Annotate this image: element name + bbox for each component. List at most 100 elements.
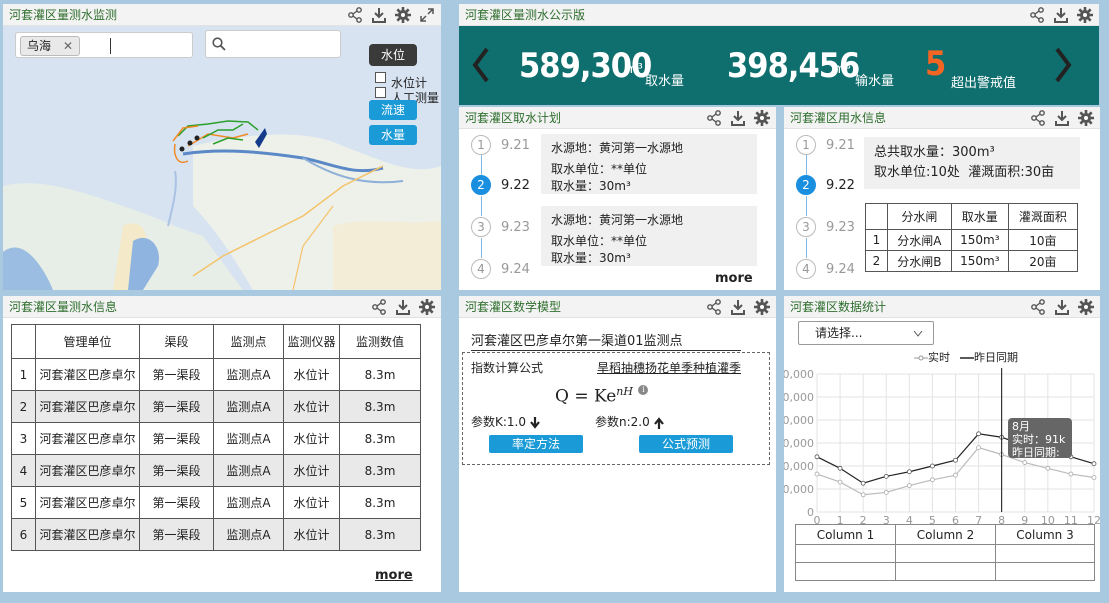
timeline-line	[481, 196, 482, 216]
step-number: 3	[796, 217, 816, 237]
flow-speed-button[interactable]: 流速	[369, 100, 417, 120]
close-icon[interactable]: ✕	[63, 39, 73, 53]
panel-title-bar: 河套灌区量测水监测	[3, 4, 441, 26]
level-meter-checkbox[interactable]	[375, 72, 386, 83]
share-icon[interactable]	[706, 299, 722, 315]
step-date: 9.21	[826, 137, 855, 153]
share-icon[interactable]	[371, 299, 387, 315]
table-header: Column 2	[895, 524, 996, 545]
gear-icon[interactable]	[1078, 299, 1094, 315]
download-icon[interactable]	[1053, 7, 1069, 23]
legend-item[interactable]: 实时	[914, 349, 950, 365]
timeline-step[interactable]: 1 9.21	[796, 135, 855, 155]
table-row[interactable]: 2 河套灌区巴彦卓尔 第一渠段 监测点A 水位计 8.3m	[11, 390, 421, 423]
manual-checkbox[interactable]	[375, 87, 386, 98]
formula-label: 指数计算公式	[471, 361, 544, 375]
card-amount: 取水量：30m³	[551, 251, 631, 265]
timeline-step[interactable]: 1 9.21	[471, 135, 530, 155]
more-link[interactable]: more	[715, 271, 753, 286]
more-link[interactable]: more	[375, 568, 413, 583]
gear-icon[interactable]	[395, 7, 411, 23]
water-amount-button[interactable]: 水量	[369, 125, 417, 145]
timeline-step[interactable]: 4 9.24	[796, 259, 855, 279]
timeline-step[interactable]: 3 9.23	[471, 217, 530, 237]
checkbox-box[interactable]	[375, 87, 386, 98]
expand-icon[interactable]	[419, 7, 435, 23]
water-level-button[interactable]: 水位	[369, 44, 417, 66]
panel-title: 河套灌区取水计划	[465, 111, 562, 125]
step-date: 9.23	[826, 219, 855, 235]
download-icon[interactable]	[730, 110, 746, 126]
table-cell: 2	[865, 250, 888, 272]
intake-label: 取水量	[645, 74, 685, 89]
checkbox-box[interactable]	[375, 72, 386, 83]
gear-icon[interactable]	[754, 299, 770, 315]
timeline-step[interactable]: 2 9.22	[471, 175, 530, 195]
x-tick-label: 1	[837, 514, 844, 524]
table-cell: 150m³	[950, 229, 1009, 251]
x-tick-label: 10	[1041, 514, 1055, 524]
step-number: 2	[471, 175, 491, 195]
search-input[interactable]	[205, 30, 341, 58]
table-header: 监测点	[213, 324, 284, 359]
alert-label: 超出警戒值	[951, 76, 1017, 91]
x-tick-label: 9	[1021, 514, 1028, 524]
timeline-step[interactable]: 4 9.24	[471, 259, 530, 279]
irrigated-area: 灌溉面积:30亩	[968, 165, 1055, 180]
y-tick-label: 80,000	[784, 414, 814, 427]
table-cell: 河套灌区巴彦卓尔	[35, 486, 140, 519]
share-icon[interactable]	[1029, 7, 1045, 23]
download-icon[interactable]	[371, 7, 387, 23]
table-cell: 水位计	[283, 358, 340, 391]
step-number: 2	[796, 175, 816, 195]
y-tick-label: 100,000	[784, 391, 814, 404]
arrow-up-icon[interactable]	[653, 416, 664, 429]
share-icon[interactable]	[1030, 299, 1046, 315]
table-cell: 监测点A	[213, 390, 284, 423]
table-cell: 监测点A	[213, 422, 284, 455]
table-row[interactable]: 6 河套灌区巴彦卓尔 第一渠段 监测点A 水位计 8.3m	[11, 518, 421, 551]
table-header: 监测仪器	[283, 324, 340, 359]
share-icon[interactable]	[1030, 110, 1046, 126]
map-view[interactable]: 乌海 ✕ 水位 水位计 人工测量 流速 水量	[3, 26, 441, 290]
table-cell: 10亩	[1007, 229, 1079, 251]
download-icon[interactable]	[730, 299, 746, 315]
x-tick-label: 5	[929, 514, 936, 524]
arrow-down-icon[interactable]	[529, 416, 540, 429]
table-cell: 水位计	[283, 422, 340, 455]
x-tick-label: 6	[952, 514, 959, 524]
predict-button[interactable]: 公式预测	[639, 435, 733, 453]
table-cell: 水位计	[283, 518, 340, 551]
table-row[interactable]: 5 河套灌区巴彦卓尔 第一渠段 监测点A 水位计 8.3m	[11, 486, 421, 519]
stats-select[interactable]: 请选择...	[798, 321, 934, 345]
table-row[interactable]: 1 河套灌区巴彦卓尔 第一渠段 监测点A 水位计 8.3m	[11, 358, 421, 391]
panel-title: 河套灌区量测水公示版	[465, 8, 586, 22]
gear-icon[interactable]	[754, 110, 770, 126]
card-unit: 取水单位：**单位	[551, 162, 648, 176]
calibrate-button[interactable]: 率定方法	[489, 435, 583, 453]
download-icon[interactable]	[1054, 299, 1070, 315]
chevron-left-icon[interactable]	[469, 45, 493, 85]
share-icon[interactable]	[347, 7, 363, 23]
param-k-label: 参数K:1.0	[471, 415, 526, 429]
table-row[interactable]: 3 河套灌区巴彦卓尔 第一渠段 监测点A 水位计 8.3m	[11, 422, 421, 455]
legend-item[interactable]: 昨日同期	[960, 349, 1018, 365]
table-row: 2 分水闸B 150m³ 20亩	[865, 250, 1079, 272]
card-source: 水源地：黄河第一水源地	[551, 213, 684, 227]
download-icon[interactable]	[395, 299, 411, 315]
info-icon[interactable]: i	[638, 385, 649, 395]
timeline-step[interactable]: 3 9.23	[796, 217, 855, 237]
gear-icon[interactable]	[419, 299, 435, 315]
download-icon[interactable]	[1054, 110, 1070, 126]
table-header: Column 1	[795, 524, 896, 545]
monitoring-point-select[interactable]: 河套灌区巴彦卓尔第一渠道01监测点	[471, 330, 741, 351]
table-row[interactable]: 4 河套灌区巴彦卓尔 第一渠段 监测点A 水位计 8.3m	[11, 454, 421, 487]
share-icon[interactable]	[706, 110, 722, 126]
crop-select[interactable]: 旱稻抽穗扬花单季种植灌季	[597, 359, 741, 376]
table-cell	[795, 562, 896, 581]
chevron-right-icon[interactable]	[1051, 45, 1075, 85]
gear-icon[interactable]	[1078, 110, 1094, 126]
region-tag-input[interactable]: 乌海 ✕	[15, 32, 193, 58]
timeline-step[interactable]: 2 9.22	[796, 175, 855, 195]
gear-icon[interactable]	[1077, 7, 1093, 23]
